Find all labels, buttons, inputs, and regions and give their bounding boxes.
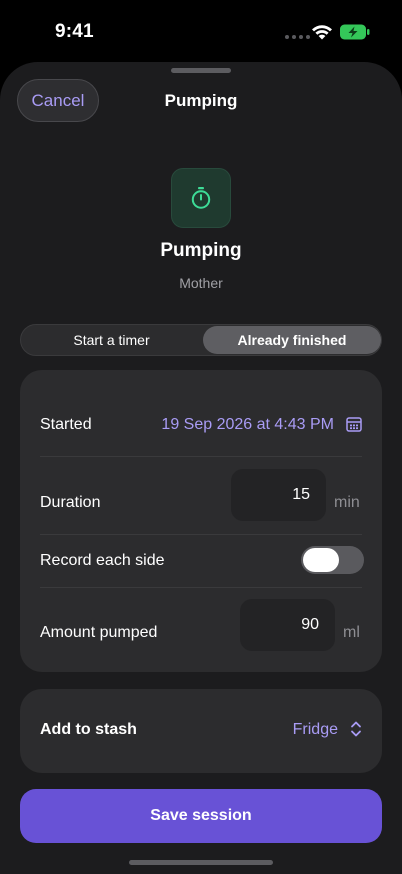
segment-start-timer[interactable]: Start a timer bbox=[21, 325, 202, 355]
amount-unit: ml bbox=[343, 624, 360, 641]
stopwatch-icon bbox=[171, 168, 231, 228]
activity-title: Pumping bbox=[160, 240, 242, 261]
screen: 9:41 Cancel Pumping Pumping Mother Start bbox=[0, 0, 402, 874]
toggle-knob bbox=[303, 548, 339, 572]
stash-card[interactable]: Add to stash Fridge bbox=[20, 689, 382, 773]
record-each-side-label: Record each side bbox=[40, 552, 165, 569]
battery-icon bbox=[340, 24, 370, 40]
wifi-icon bbox=[312, 25, 332, 40]
status-bar: 9:41 bbox=[0, 0, 402, 62]
pumping-sheet: Cancel Pumping Pumping Mother Start a ti… bbox=[0, 62, 402, 874]
duration-input[interactable]: 15 bbox=[231, 469, 326, 521]
signal-dots-icon bbox=[285, 35, 310, 39]
amount-pumped-label: Amount pumped bbox=[40, 624, 158, 641]
add-to-stash-label: Add to stash bbox=[40, 721, 137, 738]
mode-segmented-control: Start a timer Already finished bbox=[20, 324, 382, 356]
sheet-title: Pumping bbox=[164, 91, 238, 110]
started-label: Started bbox=[40, 416, 92, 433]
save-session-button[interactable]: Save session bbox=[20, 789, 382, 843]
record-each-side-toggle[interactable] bbox=[301, 546, 364, 574]
amount-pumped-input[interactable]: 90 bbox=[240, 599, 335, 651]
divider bbox=[40, 587, 362, 588]
started-datetime[interactable]: 19 Sep 2026 at 4:43 PM bbox=[161, 416, 334, 434]
divider bbox=[40, 534, 362, 535]
activity-subtitle: Mother bbox=[179, 275, 223, 291]
chevron-up-down-icon[interactable] bbox=[350, 720, 362, 738]
status-time: 9:41 bbox=[55, 21, 94, 42]
calendar-icon[interactable] bbox=[346, 416, 362, 432]
duration-unit: min bbox=[334, 494, 360, 511]
divider bbox=[40, 456, 362, 457]
session-details-card: Started 19 Sep 2026 at 4:43 PM Duration … bbox=[20, 370, 382, 672]
sheet-grabber[interactable] bbox=[171, 68, 231, 73]
stash-location-value[interactable]: Fridge bbox=[293, 721, 338, 739]
home-indicator bbox=[129, 860, 273, 865]
segment-already-finished[interactable]: Already finished bbox=[203, 326, 381, 354]
duration-label: Duration bbox=[40, 494, 101, 511]
